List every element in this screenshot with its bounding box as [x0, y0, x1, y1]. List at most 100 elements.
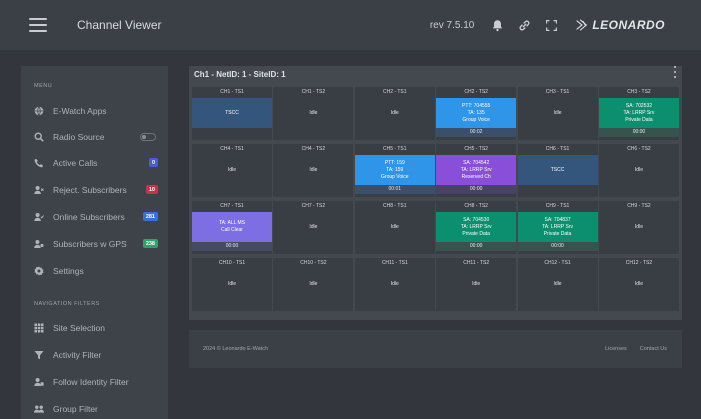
sidebar-item-site-selection[interactable]: Site Selection — [34, 320, 162, 336]
channel-cell-status: Idle — [192, 155, 272, 185]
channel-cell-status: Idle — [599, 212, 679, 242]
menu-icon[interactable] — [29, 18, 47, 32]
users-gps-icon — [34, 239, 44, 249]
channel-status-line: Private Data — [625, 116, 653, 123]
call-timer: 00:01 — [354, 185, 435, 194]
channel-cell[interactable]: CH1 - TS2 Idle — [273, 87, 354, 140]
channel-cell-label: CH6 - TS1 — [545, 146, 570, 152]
gps-subscribers-badge: 238 — [142, 239, 158, 248]
sidebar-item-radio-source[interactable]: Radio Source — [34, 129, 162, 145]
licenses-link[interactable]: Licenses — [605, 346, 627, 352]
channel-cell-label: CH1 - TS2 — [301, 89, 326, 95]
sidebar-item-follow-identity[interactable]: Follow Identity Filter — [34, 374, 162, 390]
channel-cell-label: CH5 - TS2 — [464, 146, 488, 152]
sidebar-item-rejected-subscribers[interactable]: Reject. Subscribers 10 — [34, 182, 162, 198]
fullscreen-icon[interactable] — [544, 18, 558, 32]
channel-cell[interactable]: CH9 - TS1 SA: 704837 TA: LRRP Srv Private D… — [517, 201, 598, 254]
call-timer: 00:00 — [436, 185, 517, 194]
bell-icon[interactable] — [490, 18, 504, 32]
channel-cell[interactable]: CH6 - TS2 Idle — [598, 144, 679, 197]
channel-cell[interactable]: CH5 - TS2 SA: 704542 TA: LRRP Srv Reserved … — [436, 144, 517, 197]
leonardo-logo[interactable]: LEONARDO — [574, 18, 665, 32]
user-x-icon — [34, 185, 44, 195]
channel-cell[interactable]: CH10 - TS1 Idle — [192, 258, 272, 311]
radio-source-toggle[interactable] — [140, 133, 156, 141]
sidebar-item-online-subscribers[interactable]: Online Subscribers 281 — [34, 209, 162, 225]
sidebar-item-label: Follow Identity Filter — [53, 377, 129, 387]
channel-cell-label: CH4 - TS2 — [301, 146, 326, 152]
link-icon[interactable] — [517, 18, 531, 32]
channel-status-line: Idle — [227, 280, 237, 287]
channel-panel: Ch1 - NetID: 1 - SiteID: 1 CH1 - TS1 TSCC… — [189, 66, 682, 320]
channel-cell[interactable]: CH9 - TS2 Idle — [598, 201, 679, 254]
channel-cell[interactable]: CH2 - TS2 PTT: 704555 TA: 135 Group Voice 00… — [436, 87, 517, 140]
channel-cell[interactable]: CH8 - TS1 Idle — [354, 201, 435, 254]
channel-cell-label: CH1 - TS1 — [220, 89, 244, 95]
channel-cell-status: Idle — [273, 98, 353, 128]
channel-cell[interactable]: CH4 - TS2 Idle — [273, 144, 354, 197]
channel-cell-status: TA: ALL MS Call Clear — [192, 212, 272, 242]
channel-cell-label: CH12 - TS2 — [625, 260, 653, 266]
kebab-menu-icon[interactable] — [674, 66, 678, 78]
channel-cell[interactable]: CH1 - TS1 TSCC — [192, 87, 272, 140]
channel-cell-status: TSCC — [517, 155, 598, 185]
sidebar-item-activity-filter[interactable]: Activity Filter — [34, 347, 162, 363]
sidebar-item-group-filter[interactable]: Group Filter — [34, 401, 162, 417]
nav-filters-heading: NAVIGATION FILTERS — [34, 301, 100, 307]
brand-name: LEONARDO — [592, 18, 665, 32]
channel-cell-label: CH8 - TS1 — [383, 203, 407, 209]
channel-cell-status: SA: 704837 TA: LRRP Srv Private Data — [517, 212, 598, 242]
channel-cell-status: SA: 702532 TA: LRRP Srv Private Data — [598, 98, 679, 128]
channel-cell[interactable]: CH12 - TS1 Idle — [517, 258, 598, 311]
channel-cell[interactable]: CH3 - TS1 Idle — [517, 87, 598, 140]
contact-us-link[interactable]: Contact Us — [640, 346, 667, 352]
channel-cell-label: CH5 - TS1 — [383, 146, 407, 152]
channel-cell[interactable]: CH10 - TS2 Idle — [273, 258, 354, 311]
channel-cell-label: CH11 - TS2 — [463, 260, 490, 266]
call-timer: 00:00 — [517, 242, 598, 251]
channel-cell-label: CH4 - TS1 — [220, 146, 244, 152]
channel-status-line: TSCC — [550, 166, 565, 173]
leonardo-mark-icon — [576, 19, 588, 31]
sidebar-item-subscribers-gps[interactable]: Subscribers w GPS 238 — [34, 236, 162, 252]
channel-cell[interactable]: CH11 - TS2 Idle — [436, 258, 517, 311]
sidebar-item-label: Reject. Subscribers — [53, 185, 127, 195]
channel-status-line: Idle — [227, 166, 237, 173]
channel-status-line: Idle — [634, 166, 643, 173]
user-follow-icon — [34, 377, 44, 387]
globe-icon — [34, 106, 44, 116]
version-label: rev 7.5.10 — [429, 19, 475, 31]
channel-status-line: Idle — [309, 280, 318, 287]
channel-cell-status: Idle — [273, 269, 353, 299]
channel-cell-status: Idle — [273, 212, 353, 242]
channel-cell[interactable]: CH4 - TS1 Idle — [192, 144, 272, 197]
channel-cell[interactable]: CH7 - TS2 Idle — [273, 201, 354, 254]
channel-cell-status: Idle — [355, 98, 435, 128]
channel-cell[interactable]: CH5 - TS1 PTT: 159 TA: 159 Group Voice 00:01 — [354, 144, 435, 197]
user-check-icon — [34, 212, 44, 222]
channel-cell-label: CH9 - TS2 — [627, 203, 651, 209]
channel-cell[interactable]: CH7 - TS1 TA: ALL MS Call Clear 00:00 — [192, 201, 272, 254]
channel-cell[interactable]: CH12 - TS2 Idle — [598, 258, 679, 311]
sidebar-item-active-calls[interactable]: Active Calls 0 — [34, 155, 162, 171]
channel-cell-label: CH2 - TS1 — [383, 89, 407, 95]
channel-cell-label: CH7 - TS1 — [220, 203, 244, 209]
channel-cell[interactable]: CH11 - TS1 Idle — [354, 258, 435, 311]
channel-cell-status: Idle — [192, 269, 272, 299]
channel-cell-label: CH3 - TS1 — [545, 89, 570, 95]
channel-cell[interactable]: CH3 - TS2 SA: 702532 TA: LRRP Srv Private D… — [598, 87, 679, 140]
sidebar-item-label: Site Selection — [53, 323, 105, 333]
filter-icon — [34, 350, 44, 360]
topbar-actions: rev 7.5.10 LEONARDO — [430, 0, 665, 50]
channel-cell[interactable]: CH2 - TS1 Idle — [354, 87, 435, 140]
channel-cell-status: Idle — [355, 269, 435, 299]
sidebar-item-label: Subscribers w GPS — [53, 239, 127, 249]
sidebar-item-settings[interactable]: Settings — [34, 263, 162, 279]
channel-cell[interactable]: CH8 - TS2 SA: 704530 TA: LRRP Srv Private D… — [436, 201, 517, 254]
footer-links: Licenses Contact Us — [605, 346, 667, 352]
channel-status-line: Private Data — [543, 230, 572, 237]
sidebar-item-ewatch-apps[interactable]: E-Watch Apps — [34, 103, 162, 119]
channel-cell-status: Idle — [355, 212, 435, 242]
channel-status-line: Idle — [309, 223, 318, 230]
channel-cell[interactable]: CH6 - TS1 TSCC — [517, 144, 598, 197]
